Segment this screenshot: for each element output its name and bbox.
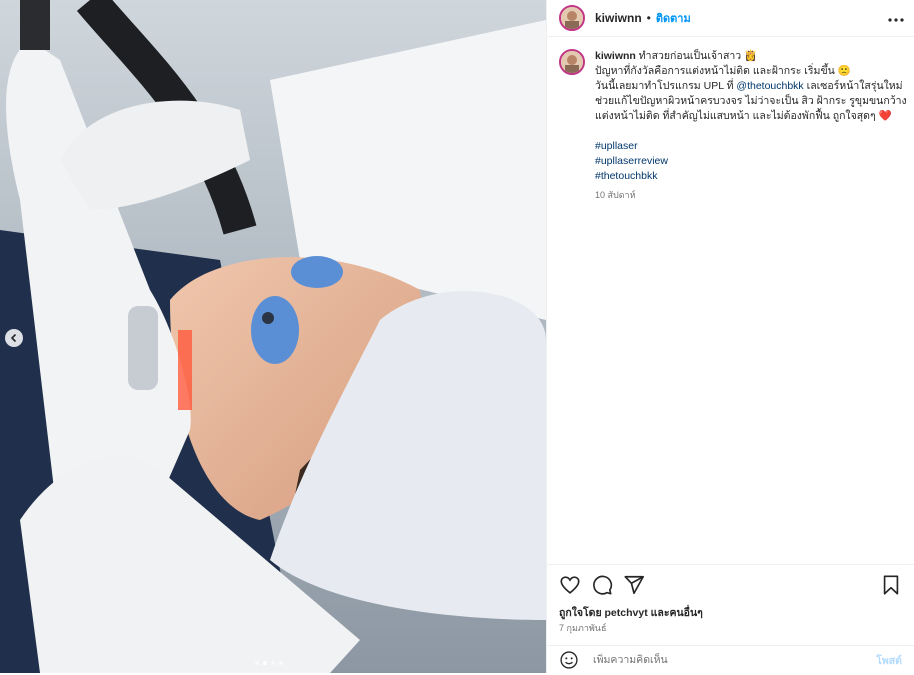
action-bar xyxy=(547,564,914,605)
hashtag-link[interactable]: #upllaser xyxy=(595,139,905,154)
caption-username[interactable]: kiwiwnn xyxy=(595,50,636,62)
avatar[interactable] xyxy=(559,5,585,31)
heart-icon[interactable] xyxy=(559,574,581,596)
caption-line: ทำสวยก่อนเป็นเจ้าสาว 👸 xyxy=(638,50,758,62)
hashtag-link[interactable]: #thetouchbkk xyxy=(595,169,905,184)
follow-button[interactable]: ติดตาม xyxy=(656,9,691,27)
comment-icon[interactable] xyxy=(591,574,613,596)
carousel-indicator xyxy=(255,661,283,665)
treatment-photo xyxy=(0,0,546,673)
comment-input[interactable] xyxy=(591,653,845,667)
chevron-left-icon xyxy=(10,333,17,343)
bookmark-icon[interactable] xyxy=(880,574,902,596)
caption-block: kiwiwnn ทำสวยก่อนเป็นเจ้าสาว 👸 ปัญหาที่ก… xyxy=(547,37,914,203)
post-header: kiwiwnn • ติดตาม xyxy=(547,0,914,37)
carousel-prev-button[interactable] xyxy=(5,329,23,347)
share-icon[interactable] xyxy=(623,574,645,596)
carousel-dot-active xyxy=(263,661,267,665)
caption-line: เลเซอร์หน้าใสรุ่นใหม่ xyxy=(803,80,903,92)
post-date[interactable]: 7 กุมภาพันธ์ xyxy=(559,621,606,635)
caption-text: kiwiwnn ทำสวยก่อนเป็นเจ้าสาว 👸 ปัญหาที่ก… xyxy=(595,49,907,203)
carousel-dot xyxy=(255,661,259,665)
more-icon[interactable] xyxy=(888,9,904,27)
caption-line: แต่งหน้าไม่ติด ที่สำคัญไม่แสบหน้า และไม่… xyxy=(595,110,892,122)
emoji-icon[interactable] xyxy=(559,650,579,670)
post-comment-button[interactable]: โพสต์ xyxy=(876,652,902,669)
caption-time[interactable]: 10 สัปดาห์ xyxy=(595,188,905,203)
hashtag-link[interactable]: #upllaserreview xyxy=(595,154,905,169)
avatar[interactable] xyxy=(559,49,585,75)
caption-line: ปัญหาที่กังวัลคือการแต่งหน้าไม่ติด และฝ้… xyxy=(595,65,851,77)
post-image[interactable] xyxy=(0,0,546,673)
username-link[interactable]: kiwiwnn xyxy=(595,11,642,25)
mention-link[interactable]: @thetouchbkk xyxy=(736,80,803,92)
carousel-dot xyxy=(279,661,283,665)
post-sidebar: kiwiwnn • ติดตาม kiwiwnn ทำสวยก่อนเป็นเจ… xyxy=(546,0,914,673)
caption-line: วันนี้เลยมาทำโปรแกรม UPL ที่ xyxy=(595,80,737,92)
caption-line: ช่วยแก้ไขปัญหาผิวหน้าครบวงจร ไม่ว่าจะเป็… xyxy=(595,95,907,107)
likes-summary[interactable]: ถูกใจโดย petchvyt และคนอื่นๆ xyxy=(559,604,703,621)
comment-box: โพสต์ xyxy=(547,645,914,674)
carousel-dot xyxy=(271,661,275,665)
separator: • xyxy=(646,11,651,25)
